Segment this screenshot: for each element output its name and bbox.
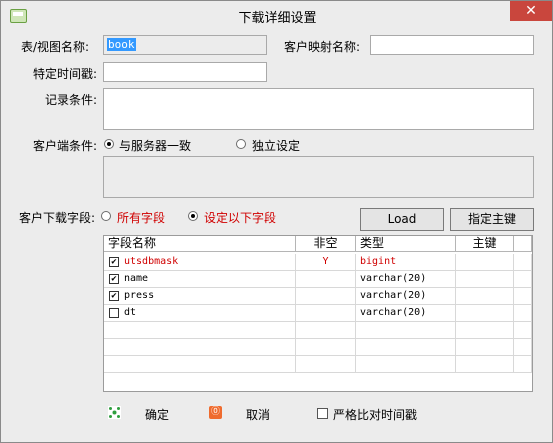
cell-field-name: ✔ name <box>104 271 296 288</box>
empty-row <box>104 339 532 356</box>
record-cond-label: 记录条件: <box>45 93 98 107</box>
cell-filler <box>514 271 532 288</box>
cell-filler <box>514 254 532 271</box>
cell-type: varchar(20) <box>356 271 456 288</box>
radio-all-fields[interactable] <box>101 211 111 221</box>
row-checkbox[interactable] <box>109 308 119 318</box>
empty-row <box>104 356 532 373</box>
load-button[interactable]: Load <box>360 208 444 231</box>
cell-not-null <box>296 288 356 305</box>
row-field-name: name <box>124 273 149 284</box>
client-map-label: 客户映射名称: <box>284 40 361 54</box>
column-header-primary-key[interactable]: 主键 <box>456 236 514 252</box>
table-view-label: 表/视图名称: <box>21 40 90 54</box>
cell-type: varchar(20) <box>356 305 456 322</box>
strict-compare-label: 严格比对时间戳 <box>333 408 418 422</box>
radio-independent-label: 独立设定 <box>252 139 301 153</box>
cell-not-null: Y <box>296 254 356 271</box>
cell-filler <box>514 305 532 322</box>
cell-field-name: dt <box>104 305 296 322</box>
table-view-field[interactable]: book <box>103 35 267 55</box>
close-button[interactable]: ✕ <box>510 1 552 21</box>
cell-primary-key <box>456 271 514 288</box>
ok-button[interactable]: 确定 <box>145 406 169 423</box>
radio-all-fields-label: 所有字段 <box>117 211 166 225</box>
cell-field-name: ✔ utsdbmask <box>104 254 296 271</box>
radio-independent[interactable] <box>236 139 246 149</box>
radio-same-as-server-label: 与服务器一致 <box>119 139 192 153</box>
cell-not-null <box>296 271 356 288</box>
table-row[interactable]: ✔ utsdbmask Y bigint <box>104 254 532 271</box>
cell-type: bigint <box>356 254 456 271</box>
cancel-icon[interactable]: ⓪ <box>209 406 222 419</box>
client-cond-textarea[interactable] <box>103 156 534 198</box>
window-title: 下载详细设置 <box>238 11 317 26</box>
column-header-field-name[interactable]: 字段名称 <box>104 236 296 252</box>
table-row[interactable]: ✔ name varchar(20) <box>104 271 532 288</box>
set-primary-key-button[interactable]: 指定主键 <box>450 208 534 231</box>
radio-specified-fields[interactable] <box>188 211 198 221</box>
column-header-type[interactable]: 类型 <box>356 236 456 252</box>
specific-time-field[interactable] <box>103 62 267 82</box>
row-field-name: press <box>124 290 155 301</box>
title-bar: 下载详细设置 ✕ <box>1 1 552 30</box>
specific-time-label: 特定时间戳: <box>33 67 98 81</box>
row-checkbox[interactable]: ✔ <box>109 274 119 284</box>
table-view-value: book <box>107 38 136 51</box>
empty-row <box>104 322 532 339</box>
cancel-button[interactable]: 取消 <box>246 406 270 423</box>
record-cond-textarea[interactable] <box>103 88 534 130</box>
client-download-label: 客户下载字段: <box>19 211 96 225</box>
table-row[interactable]: ✔ press varchar(20) <box>104 288 532 305</box>
row-field-name: dt <box>124 307 137 318</box>
client-cond-label: 客户端条件: <box>33 139 98 153</box>
cell-primary-key <box>456 254 514 271</box>
cell-not-null <box>296 305 356 322</box>
client-map-field[interactable] <box>370 35 534 55</box>
confirm-icon[interactable] <box>108 406 121 419</box>
radio-specified-fields-label: 设定以下字段 <box>204 211 277 225</box>
row-checkbox[interactable]: ✔ <box>109 291 119 301</box>
fields-grid[interactable]: 字段名称 非空 类型 主键 ✔ utsdbmask Y bigint ✔ nam… <box>103 235 533 392</box>
strict-compare-checkbox[interactable] <box>317 408 328 419</box>
cell-field-name: ✔ press <box>104 288 296 305</box>
column-header-filler <box>514 236 532 252</box>
row-checkbox[interactable]: ✔ <box>109 257 119 267</box>
cell-primary-key <box>456 288 514 305</box>
table-row[interactable]: dt varchar(20) <box>104 305 532 322</box>
download-settings-window: 下载详细设置 ✕ 表/视图名称: book 客户映射名称: 特定时间戳: 记录条… <box>0 0 553 443</box>
column-header-not-null[interactable]: 非空 <box>296 236 356 252</box>
row-field-name: utsdbmask <box>124 256 179 267</box>
cell-type: varchar(20) <box>356 288 456 305</box>
radio-same-as-server[interactable] <box>104 139 114 149</box>
cell-filler <box>514 288 532 305</box>
cell-primary-key <box>456 305 514 322</box>
